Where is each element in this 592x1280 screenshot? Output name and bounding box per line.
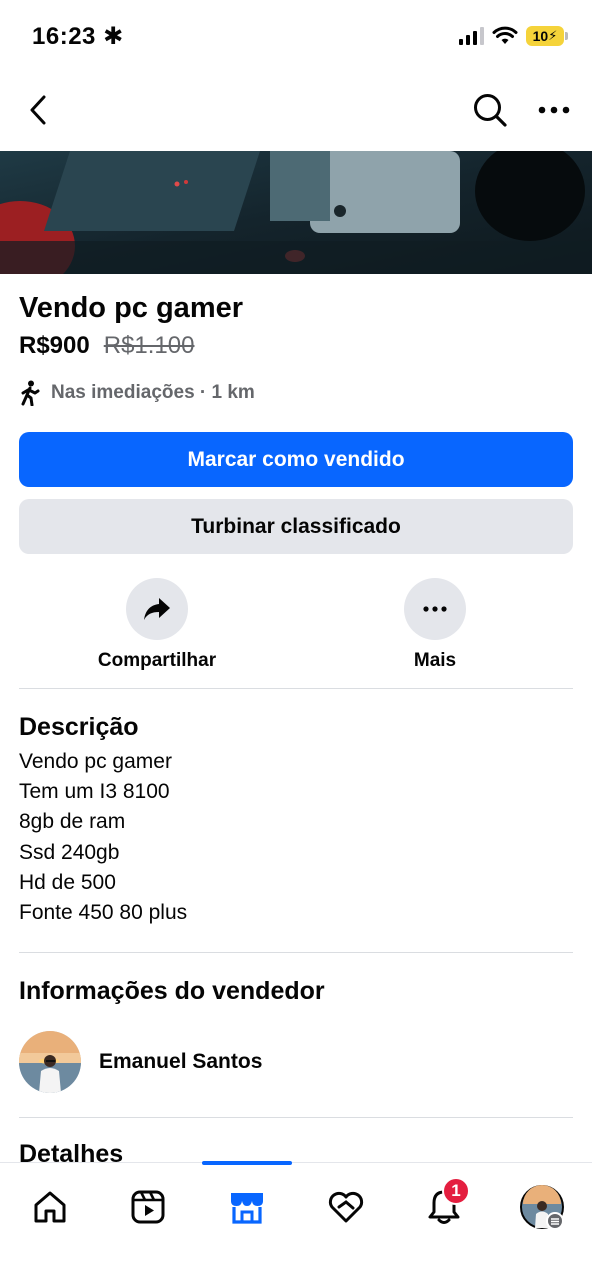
description-line: Ssd 240gb: [19, 840, 120, 864]
active-tab-indicator: [202, 1161, 292, 1165]
mark-as-sold-button[interactable]: Marcar como vendido: [19, 432, 573, 487]
share-button[interactable]: [126, 578, 188, 640]
location-text: Nas imediações · 1 km: [51, 382, 255, 403]
notification-badge: 1: [442, 1177, 470, 1205]
description-line: Tem um I3 8100: [19, 780, 170, 804]
price: R$900: [19, 332, 90, 359]
share-label: Compartilhar: [97, 650, 217, 671]
description-section: Descrição Vendo pc gamer Tem um I3 8100 …: [19, 711, 573, 928]
back-button[interactable]: [18, 90, 58, 130]
old-price: R$1.100: [103, 332, 195, 359]
description-line: Fonte 450 80 plus: [19, 901, 188, 925]
search-icon: [474, 94, 507, 127]
bottom-tab-bar: 1: [0, 1161, 592, 1280]
cellular-signal-icon: [459, 27, 484, 45]
divider: [19, 1117, 573, 1119]
home-icon: [34, 1191, 66, 1223]
wifi-icon: [492, 26, 518, 44]
tab-dating[interactable]: [316, 1177, 376, 1237]
reels-icon: [131, 1190, 165, 1224]
more-options-button[interactable]: [534, 90, 574, 130]
profile-icon: [520, 1185, 564, 1230]
listing-photo-image: [0, 151, 592, 274]
more-horizontal-icon: [423, 606, 447, 612]
battery-level: 10: [532, 28, 549, 44]
battery-icon: 10 ⚡: [526, 26, 568, 46]
description-text: Vendo pc gamer Tem um I3 8100 8gb de ram…: [19, 747, 573, 928]
divider: [19, 688, 573, 689]
seller-row[interactable]: Emanuel Santos: [19, 1031, 573, 1094]
tab-home[interactable]: [20, 1177, 80, 1237]
listing-content: Vendo pc gamer R$900 R$1.100 Nas imediaç…: [19, 290, 573, 1170]
boost-listing-button[interactable]: Turbinar classificado: [19, 499, 573, 554]
description-title: Descrição: [19, 713, 139, 741]
more-action[interactable]: Mais: [335, 578, 535, 672]
share-action[interactable]: Compartilhar: [57, 578, 257, 672]
top-nav: [0, 80, 592, 142]
asterisk-icon: ✱: [103, 23, 124, 50]
marketplace-icon: [231, 1193, 263, 1224]
listing-title: Vendo pc gamer: [19, 292, 244, 324]
seller-name[interactable]: Emanuel Santos: [99, 1050, 262, 1074]
seller-section: Informações do vendedor Emanuel Santos: [19, 975, 573, 1094]
description-line: Vendo pc gamer: [19, 750, 172, 773]
seller-avatar[interactable]: [19, 1031, 81, 1094]
more-horizontal-icon: [538, 106, 570, 114]
seller-section-title: Informações do vendedor: [19, 977, 325, 1006]
listing-photo[interactable]: [0, 151, 592, 274]
chevron-left-icon: [30, 95, 46, 125]
listing-actions: Compartilhar Mais: [19, 578, 573, 688]
status-indicators: 10 ⚡: [459, 26, 568, 46]
tab-notifications[interactable]: 1: [414, 1177, 474, 1237]
more-button[interactable]: [404, 578, 466, 640]
dating-icon: [328, 1191, 364, 1223]
price-row: R$900 R$1.100: [19, 330, 573, 362]
seller-avatar-image: [19, 1031, 81, 1094]
share-icon: [144, 598, 170, 620]
status-time: 16:23 ✱: [32, 22, 124, 51]
tab-profile[interactable]: [512, 1177, 572, 1237]
search-button[interactable]: [470, 90, 510, 130]
more-label: Mais: [413, 650, 457, 671]
description-line: 8gb de ram: [19, 810, 126, 834]
tab-marketplace[interactable]: [217, 1177, 277, 1237]
description-line: Hd de 500: [19, 870, 116, 894]
clock-text: 16:23: [32, 23, 96, 50]
walking-person-icon: [21, 380, 40, 406]
divider: [19, 952, 573, 954]
location-row[interactable]: Nas imediações · 1 km: [19, 378, 573, 408]
status-bar: 16:23 ✱ 10 ⚡: [0, 0, 592, 76]
tab-reels[interactable]: [118, 1177, 178, 1237]
